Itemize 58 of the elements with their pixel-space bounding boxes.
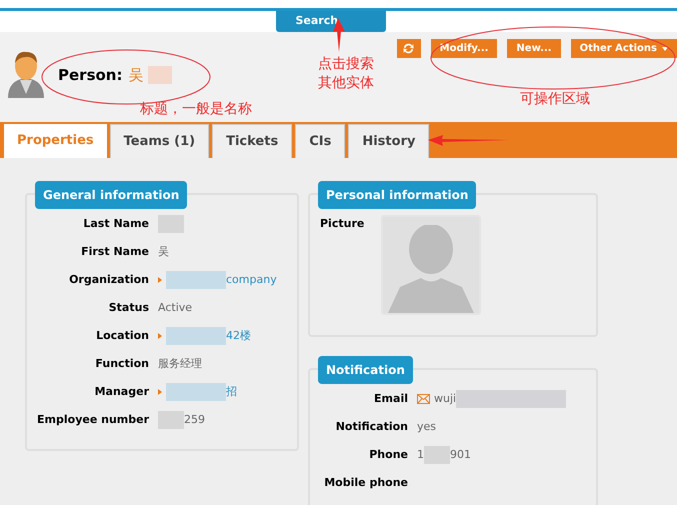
actions-menu-button[interactable]: Other Actions bbox=[570, 39, 677, 58]
person-avatar-icon bbox=[6, 50, 46, 98]
field-label: Mobile phone bbox=[323, 475, 408, 491]
panel-heading: General information bbox=[35, 181, 188, 209]
redaction-blur bbox=[424, 446, 450, 464]
refresh-button[interactable] bbox=[396, 39, 421, 58]
refresh-icon bbox=[402, 42, 416, 55]
tab[interactable]: CIs bbox=[295, 124, 346, 158]
field-value: 901 bbox=[450, 447, 471, 463]
field-value: 服务经理 bbox=[158, 356, 202, 372]
field-label: Location bbox=[95, 328, 149, 344]
annotation-text: 其他实体 bbox=[318, 74, 374, 93]
field-value: Active bbox=[158, 300, 192, 316]
page-title-value: 吴 bbox=[128, 65, 144, 86]
tab[interactable]: Teams (1) bbox=[110, 124, 210, 158]
avatar-placeholder-icon bbox=[386, 225, 476, 313]
link-arrow-icon bbox=[158, 277, 162, 283]
field-label: Function bbox=[94, 356, 149, 372]
field-label: Email bbox=[373, 391, 408, 407]
link-arrow-icon bbox=[158, 389, 162, 395]
link-arrow-icon bbox=[158, 333, 162, 339]
redaction-blur bbox=[158, 215, 184, 233]
tab[interactable]: Properties bbox=[4, 124, 107, 158]
action-button[interactable]: New... bbox=[507, 39, 561, 58]
field-label: Status bbox=[108, 300, 149, 316]
field-label: First Name bbox=[80, 244, 149, 260]
link[interactable]: company bbox=[226, 271, 277, 289]
panel-heading: Notification bbox=[318, 356, 413, 384]
redaction-blur bbox=[148, 66, 172, 84]
link[interactable]: 招 bbox=[226, 383, 237, 401]
page-title-label: Person: bbox=[58, 65, 122, 86]
envelope-icon bbox=[417, 394, 430, 404]
field-value: 吴 bbox=[158, 244, 169, 260]
field-label: Manager bbox=[94, 384, 149, 400]
field-value: 1 bbox=[417, 447, 424, 463]
panel-heading: Personal information bbox=[318, 181, 476, 209]
field-label: Picture bbox=[320, 216, 366, 232]
field-label: Last Name bbox=[82, 216, 149, 232]
field-value: yes bbox=[417, 419, 436, 435]
annotation-text: 标题，一般是名称 bbox=[140, 100, 252, 119]
field-label: Organization bbox=[68, 272, 149, 288]
annotation-text: 点击搜索 bbox=[318, 55, 374, 74]
field-label: Employee number bbox=[37, 412, 149, 428]
tab[interactable]: Tickets bbox=[212, 124, 292, 158]
tab[interactable]: History bbox=[348, 124, 430, 158]
field-label: Notification bbox=[334, 419, 408, 435]
redaction-blur bbox=[166, 271, 226, 289]
caret-icon bbox=[662, 46, 668, 50]
field-label: Phone bbox=[368, 447, 408, 463]
search-tab[interactable]: Search bbox=[276, 11, 386, 32]
redaction-blur bbox=[166, 383, 226, 401]
action-button[interactable]: Modify... bbox=[430, 39, 498, 58]
field-value: wuji bbox=[434, 391, 456, 407]
annotation-text: 可操作区域 bbox=[520, 90, 590, 109]
link[interactable]: 42楼 bbox=[226, 327, 251, 345]
redaction-blur bbox=[158, 411, 184, 429]
field-value: 259 bbox=[184, 412, 205, 428]
redaction-blur bbox=[166, 327, 226, 345]
